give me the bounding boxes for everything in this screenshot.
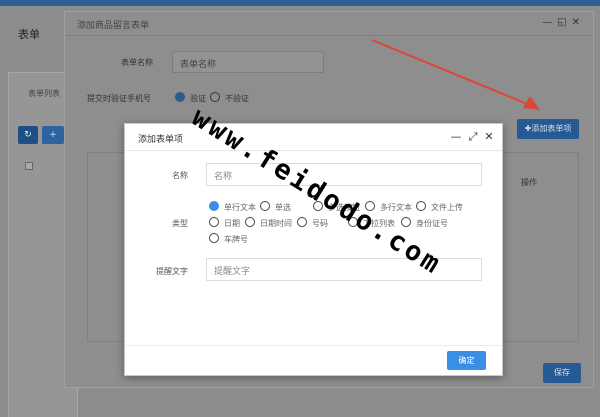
minimize-icon[interactable]: — xyxy=(450,130,462,143)
type-label-multi-choice: 多选按钮 xyxy=(328,203,360,212)
form-name-label: 表单名称 xyxy=(121,58,153,67)
verify-off-radio[interactable] xyxy=(210,92,220,102)
close-icon[interactable]: ✕ xyxy=(483,130,495,143)
type-label-date: 日期 xyxy=(224,219,240,228)
hint-label: 提醒文字 xyxy=(156,267,188,276)
type-label-plate-number: 车牌号 xyxy=(224,235,248,244)
modal-title: 添加商品留言表单 xyxy=(77,21,150,31)
tab-form-list[interactable]: 表单列表 xyxy=(28,88,60,99)
type-radio-single-line[interactable] xyxy=(209,201,219,211)
form-name-input[interactable]: 表单名称 xyxy=(172,51,324,73)
type-label: 类型 xyxy=(172,219,188,228)
hint-input[interactable]: 提醒文字 xyxy=(206,258,482,281)
confirm-button[interactable]: 确定 xyxy=(447,351,486,370)
type-radio-dropdown[interactable] xyxy=(348,217,358,227)
save-button[interactable]: 保存 xyxy=(543,363,581,383)
refresh-button[interactable]: ↻ xyxy=(18,126,38,144)
type-radio-multi-choice[interactable] xyxy=(313,201,323,211)
select-all-checkbox[interactable] xyxy=(25,162,33,170)
type-label-dropdown: 下拉列表 xyxy=(363,219,395,228)
page-title: 表单 xyxy=(18,28,40,41)
verify-on-label: 验证 xyxy=(190,94,206,103)
modal-header: 添加商品留言表单 —◱✕ xyxy=(65,12,593,36)
type-radio-multi-line[interactable] xyxy=(365,201,375,211)
add-form-item-modal: 添加表单项 — ⤢ ✕ 名称 名称 类型 单行文本 单选 多选按钮 多行文本 文… xyxy=(124,123,503,376)
type-label-datetime: 日期时间 xyxy=(260,219,292,228)
verify-phone-label: 提交时验证手机号 xyxy=(87,94,151,103)
verify-off-label: 不验证 xyxy=(225,94,249,103)
type-radio-file-upload[interactable] xyxy=(416,201,426,211)
verify-on-radio[interactable] xyxy=(175,92,185,102)
type-radio-datetime[interactable] xyxy=(245,217,255,227)
type-radio-id-number[interactable] xyxy=(401,217,411,227)
footer-divider xyxy=(125,345,502,346)
name-input[interactable]: 名称 xyxy=(206,163,482,186)
inner-modal-header: 添加表单项 — ⤢ ✕ xyxy=(125,124,502,151)
type-label-single-line: 单行文本 xyxy=(224,203,256,212)
type-label-number: 号码 xyxy=(312,219,328,228)
add-button[interactable]: + xyxy=(42,126,64,144)
type-label-single-choice: 单选 xyxy=(275,203,291,212)
type-radio-plate-number[interactable] xyxy=(209,233,219,243)
type-label-file-upload: 文件上传 xyxy=(431,203,463,212)
type-radio-date[interactable] xyxy=(209,217,219,227)
type-radio-single-choice[interactable] xyxy=(260,201,270,211)
table-header-operation: 操作 xyxy=(521,178,537,187)
type-label-multi-line: 多行文本 xyxy=(380,203,412,212)
type-radio-number[interactable] xyxy=(297,217,307,227)
maximize-icon[interactable]: ⤢ xyxy=(467,130,479,144)
name-label: 名称 xyxy=(172,171,188,180)
add-form-item-button[interactable]: ✚添加表单项 xyxy=(517,119,579,139)
inner-modal-title: 添加表单项 xyxy=(138,135,184,145)
window-controls[interactable]: —◱✕ xyxy=(542,17,585,28)
type-label-id-number: 身份证号 xyxy=(416,219,448,228)
